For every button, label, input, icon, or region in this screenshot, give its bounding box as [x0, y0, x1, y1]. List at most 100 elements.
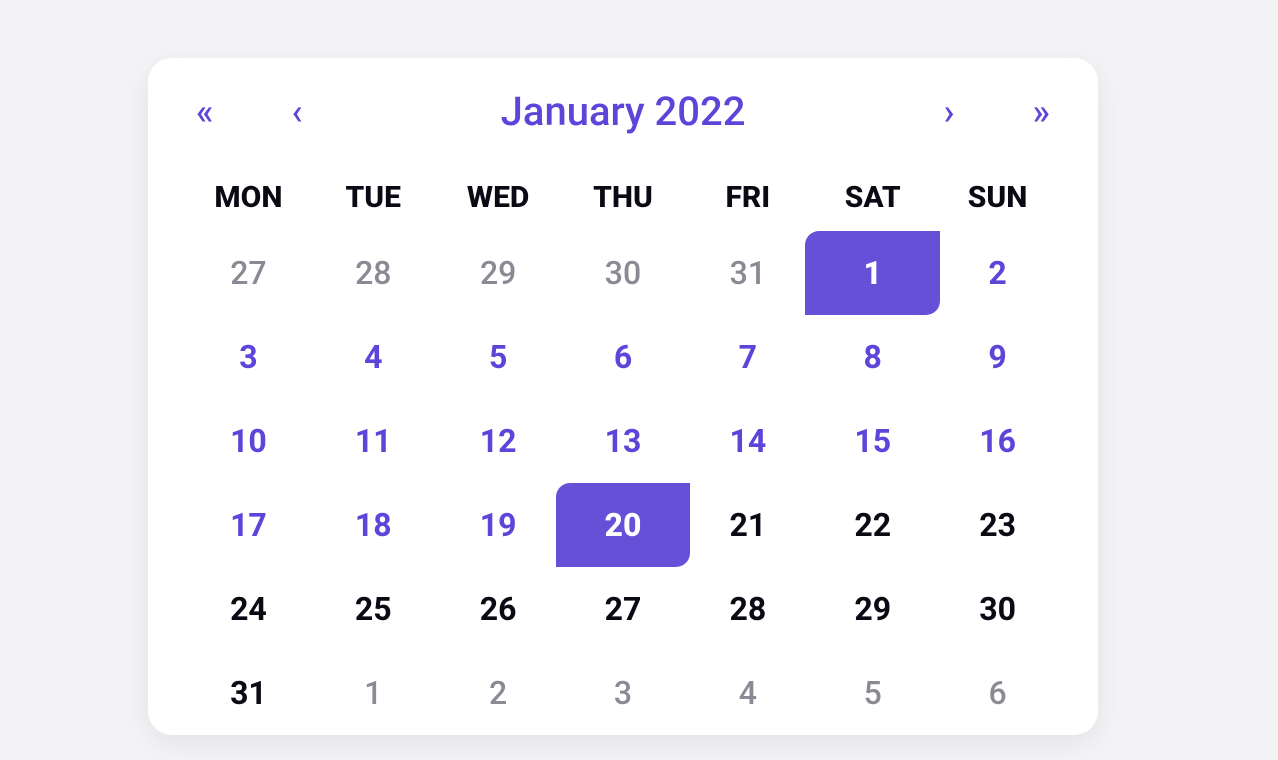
nav-group-left: « ‹: [196, 94, 303, 130]
weekday-row: MON TUE WED THU FRI SAT SUN: [186, 180, 1060, 231]
day-cell[interactable]: 2: [935, 231, 1060, 315]
day-number: 7: [739, 338, 757, 376]
next-month-button[interactable]: ›: [944, 94, 955, 130]
weekday-tue: TUE: [311, 180, 436, 231]
day-cell[interactable]: 27: [561, 567, 686, 651]
day-cell[interactable]: 23: [935, 483, 1060, 567]
weekday-sat: SAT: [810, 180, 935, 231]
day-number: 1: [364, 674, 382, 712]
weeks-container: 2728293031123456789101112131415161718192…: [186, 231, 1060, 735]
day-cell[interactable]: 18: [311, 483, 436, 567]
day-cell[interactable]: 31: [685, 231, 810, 315]
day-cell[interactable]: 14: [685, 399, 810, 483]
day-cell[interactable]: 30: [935, 567, 1060, 651]
day-number: 20: [605, 506, 642, 544]
day-cell[interactable]: 28: [685, 567, 810, 651]
month-year-label[interactable]: January 2022: [501, 88, 746, 135]
day-number: 15: [854, 422, 891, 460]
week-row: 17 18 19 20 21 22 23: [186, 483, 1060, 567]
day-number: 6: [988, 674, 1006, 712]
day-cell[interactable]: 1: [311, 651, 436, 735]
day-number: 25: [355, 590, 392, 628]
day-number: 1: [863, 254, 881, 292]
day-number: 28: [729, 590, 766, 628]
week-row: 27 28 29 30 31 1 2: [186, 231, 1060, 315]
week-row: 3 4 5 6 7 8 9: [186, 315, 1060, 399]
day-cell[interactable]: 22: [810, 483, 935, 567]
day-cell[interactable]: 21: [685, 483, 810, 567]
day-cell[interactable]: 4: [685, 651, 810, 735]
day-cell[interactable]: 2: [436, 651, 561, 735]
day-cell[interactable]: 29: [810, 567, 935, 651]
day-number: 6: [614, 338, 632, 376]
day-number: 4: [364, 338, 382, 376]
day-cell[interactable]: 20: [561, 483, 686, 567]
day-number: 14: [729, 422, 766, 460]
day-number: 19: [480, 506, 517, 544]
day-cell[interactable]: 4: [311, 315, 436, 399]
day-cell[interactable]: 25: [311, 567, 436, 651]
day-cell[interactable]: 5: [810, 651, 935, 735]
day-number: 4: [739, 674, 757, 712]
prev-month-button[interactable]: ‹: [292, 94, 303, 130]
calendar-grid: MON TUE WED THU FRI SAT SUN 272829303112…: [186, 180, 1060, 735]
day-number: 24: [230, 590, 267, 628]
day-cell[interactable]: 17: [186, 483, 311, 567]
weekday-mon: MON: [186, 180, 311, 231]
weekday-fri: FRI: [685, 180, 810, 231]
prev-year-button[interactable]: «: [196, 94, 214, 130]
week-row: 1011 12 13 14 15 16: [186, 399, 1060, 483]
day-number: 29: [854, 590, 891, 628]
nav-group-right: › »: [944, 94, 1050, 130]
calendar-card: « ‹ January 2022 › » MON TUE WED THU FRI…: [148, 58, 1098, 735]
day-number: 18: [355, 506, 392, 544]
day-number: 13: [605, 422, 642, 460]
day-number: 5: [489, 338, 507, 376]
weekday-wed: WED: [436, 180, 561, 231]
weekday-sun: SUN: [935, 180, 1060, 231]
day-cell[interactable]: 28: [311, 231, 436, 315]
day-number: 17: [230, 506, 267, 544]
day-number: 3: [614, 674, 632, 712]
day-cell[interactable]: 16: [935, 399, 1060, 483]
day-number: 5: [864, 674, 882, 712]
day-number: 2: [988, 254, 1006, 292]
day-cell[interactable]: 10: [186, 399, 311, 483]
day-cell[interactable]: 8: [810, 315, 935, 399]
day-number: 9: [988, 338, 1006, 376]
day-number: 16: [979, 422, 1016, 460]
day-cell[interactable]: 5: [436, 315, 561, 399]
week-row: 31 1 2 3 4 5 6: [186, 651, 1060, 735]
day-cell[interactable]: 11: [311, 399, 436, 483]
day-cell[interactable]: 3: [561, 651, 686, 735]
day-cell[interactable]: 29: [436, 231, 561, 315]
day-number: 23: [979, 506, 1016, 544]
week-row: 24 25 26 27 28 29 30: [186, 567, 1060, 651]
day-number: 2: [489, 674, 507, 712]
day-cell[interactable]: 3: [186, 315, 311, 399]
day-cell[interactable]: 1: [810, 231, 935, 315]
day-cell[interactable]: 6: [561, 315, 686, 399]
day-cell[interactable]: 7: [685, 315, 810, 399]
day-cell[interactable]: 9: [935, 315, 1060, 399]
day-cell[interactable]: 6: [935, 651, 1060, 735]
day-cell[interactable]: 27: [186, 231, 311, 315]
day-cell[interactable]: 26: [436, 567, 561, 651]
weekday-thu: THU: [561, 180, 686, 231]
day-number: 12: [480, 422, 517, 460]
day-number: 26: [480, 590, 517, 628]
day-cell[interactable]: 12: [436, 399, 561, 483]
day-number: 30: [605, 254, 641, 292]
day-cell[interactable]: 24: [186, 567, 311, 651]
day-number: 31: [730, 254, 766, 292]
day-number: 21: [729, 506, 766, 544]
day-cell[interactable]: 19: [436, 483, 561, 567]
next-year-button[interactable]: »: [1032, 94, 1050, 130]
day-cell[interactable]: 15: [810, 399, 935, 483]
day-cell[interactable]: 31: [186, 651, 311, 735]
day-number: 22: [854, 506, 891, 544]
day-cell[interactable]: 13: [561, 399, 686, 483]
day-number: 28: [355, 254, 391, 292]
day-cell[interactable]: 30: [561, 231, 686, 315]
day-number: 27: [605, 590, 642, 628]
